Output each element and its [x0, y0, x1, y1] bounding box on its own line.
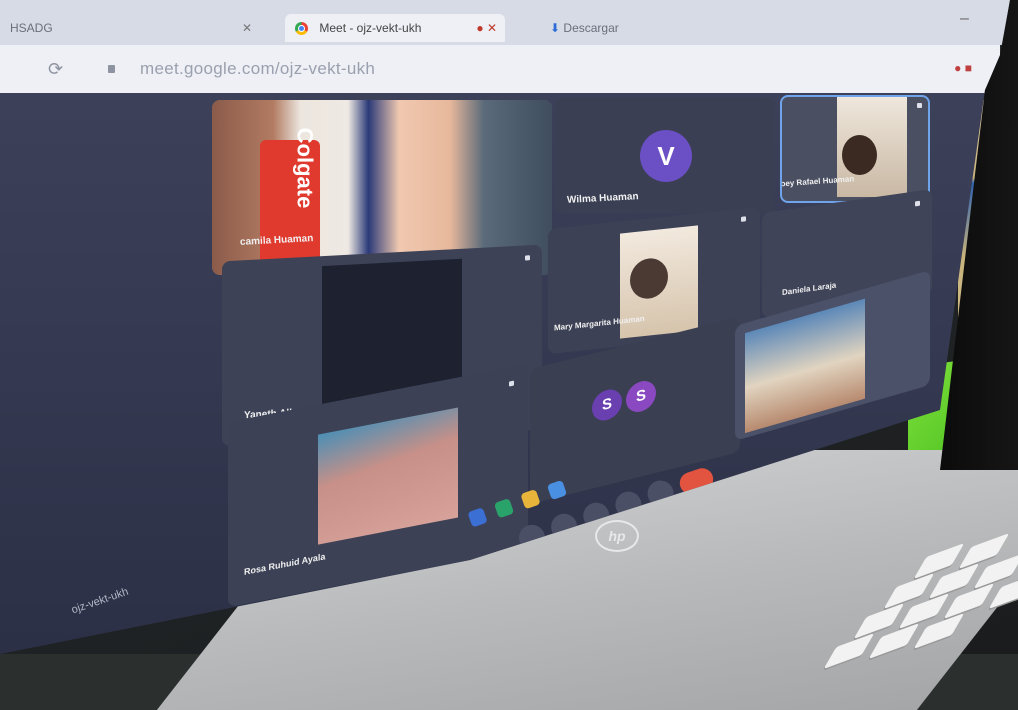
key: [823, 633, 875, 669]
extension-icons[interactable]: ● ■: [954, 61, 972, 75]
options-icon[interactable]: [917, 103, 922, 108]
window-minimize-icon[interactable]: –: [960, 10, 969, 28]
participant-video: [745, 298, 865, 434]
hp-logo: hp: [595, 520, 639, 552]
avatar: S: [626, 377, 656, 416]
participant-name: Rosa Ruhuid Ayala: [244, 551, 326, 578]
tab-meet[interactable]: Meet - ojz-vekt-ukh ● ✕: [285, 14, 505, 42]
keyboard-keys: [800, 533, 1018, 680]
avatar: V: [640, 130, 692, 182]
options-icon[interactable]: [915, 200, 920, 207]
lock-icon: [108, 65, 115, 73]
options-icon[interactable]: [509, 380, 514, 387]
recording-dot-icon: ● ✕: [476, 21, 497, 35]
meet-favicon-icon: [295, 22, 308, 36]
participant-tile[interactable]: V Wilma Huaman: [555, 98, 775, 213]
close-icon[interactable]: ✕: [242, 14, 252, 42]
url-field[interactable]: meet.google.com/ojz-vekt-ukh: [140, 59, 375, 79]
participant-tile-active-speaker[interactable]: Joey Rafael Huaman: [780, 95, 930, 203]
toothpaste-label: Colgate: [292, 127, 318, 209]
folder-icon[interactable]: [520, 488, 541, 510]
tab-label: Descargar: [563, 21, 619, 35]
avatar: S: [592, 386, 622, 424]
participant-name: Daniela Laraja: [782, 280, 837, 298]
participant-name: Wilma Huaman: [566, 191, 639, 206]
options-icon[interactable]: [525, 255, 530, 261]
download-icon: ⬇: [550, 21, 561, 35]
participant-face: [842, 135, 877, 175]
browser-tab-strip: HSADG ✕ Meet - ojz-vekt-ukh ● ✕ ⬇ Descar…: [0, 0, 1010, 45]
participant-video: [318, 407, 458, 545]
address-bar: ⟳ meet.google.com/ojz-vekt-ukh ● ■: [0, 45, 1000, 93]
reload-icon[interactable]: ⟳: [48, 59, 63, 80]
options-icon[interactable]: [741, 216, 746, 222]
store-icon[interactable]: [546, 479, 568, 501]
tab-label: HSADG: [10, 21, 53, 35]
tab-label: Meet - ojz-vekt-ukh: [319, 21, 422, 35]
tab-previous[interactable]: HSADG ✕: [0, 14, 260, 42]
edge-icon[interactable]: [493, 498, 515, 519]
tab-download[interactable]: ⬇ Descargar: [540, 14, 710, 42]
